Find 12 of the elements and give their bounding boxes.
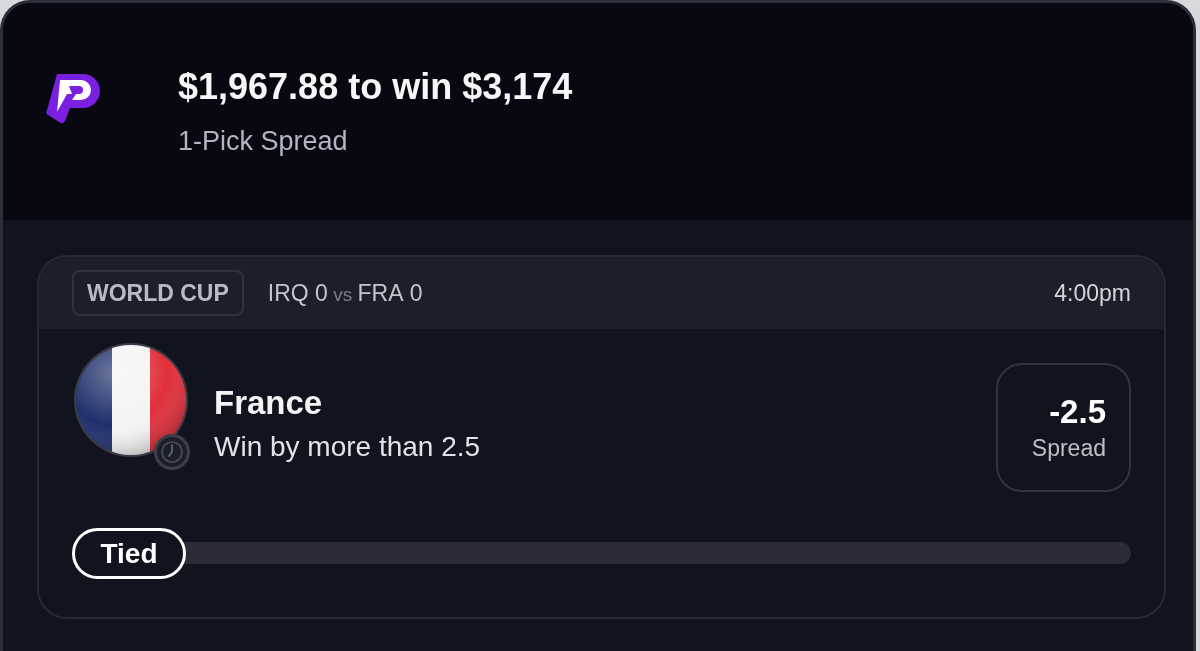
pick-description: Win by more than 2.5	[214, 430, 481, 464]
progress-status: Tied	[72, 528, 186, 579]
score-line: IRQ 0 vs FRA 0	[267, 279, 423, 307]
league-badge: WORLD CUP	[72, 270, 244, 316]
spread-label: Spread	[1031, 433, 1106, 463]
bet-title: $1,967.88 to win $3,174	[178, 65, 573, 109]
team-name: France	[214, 383, 324, 423]
bet-type: 1-Pick Spread	[178, 125, 349, 158]
spread-value: -2.5	[1049, 391, 1106, 432]
clock-icon	[154, 434, 190, 470]
match-time: 4:00pm	[1054, 279, 1131, 307]
flag-icon	[72, 341, 190, 459]
